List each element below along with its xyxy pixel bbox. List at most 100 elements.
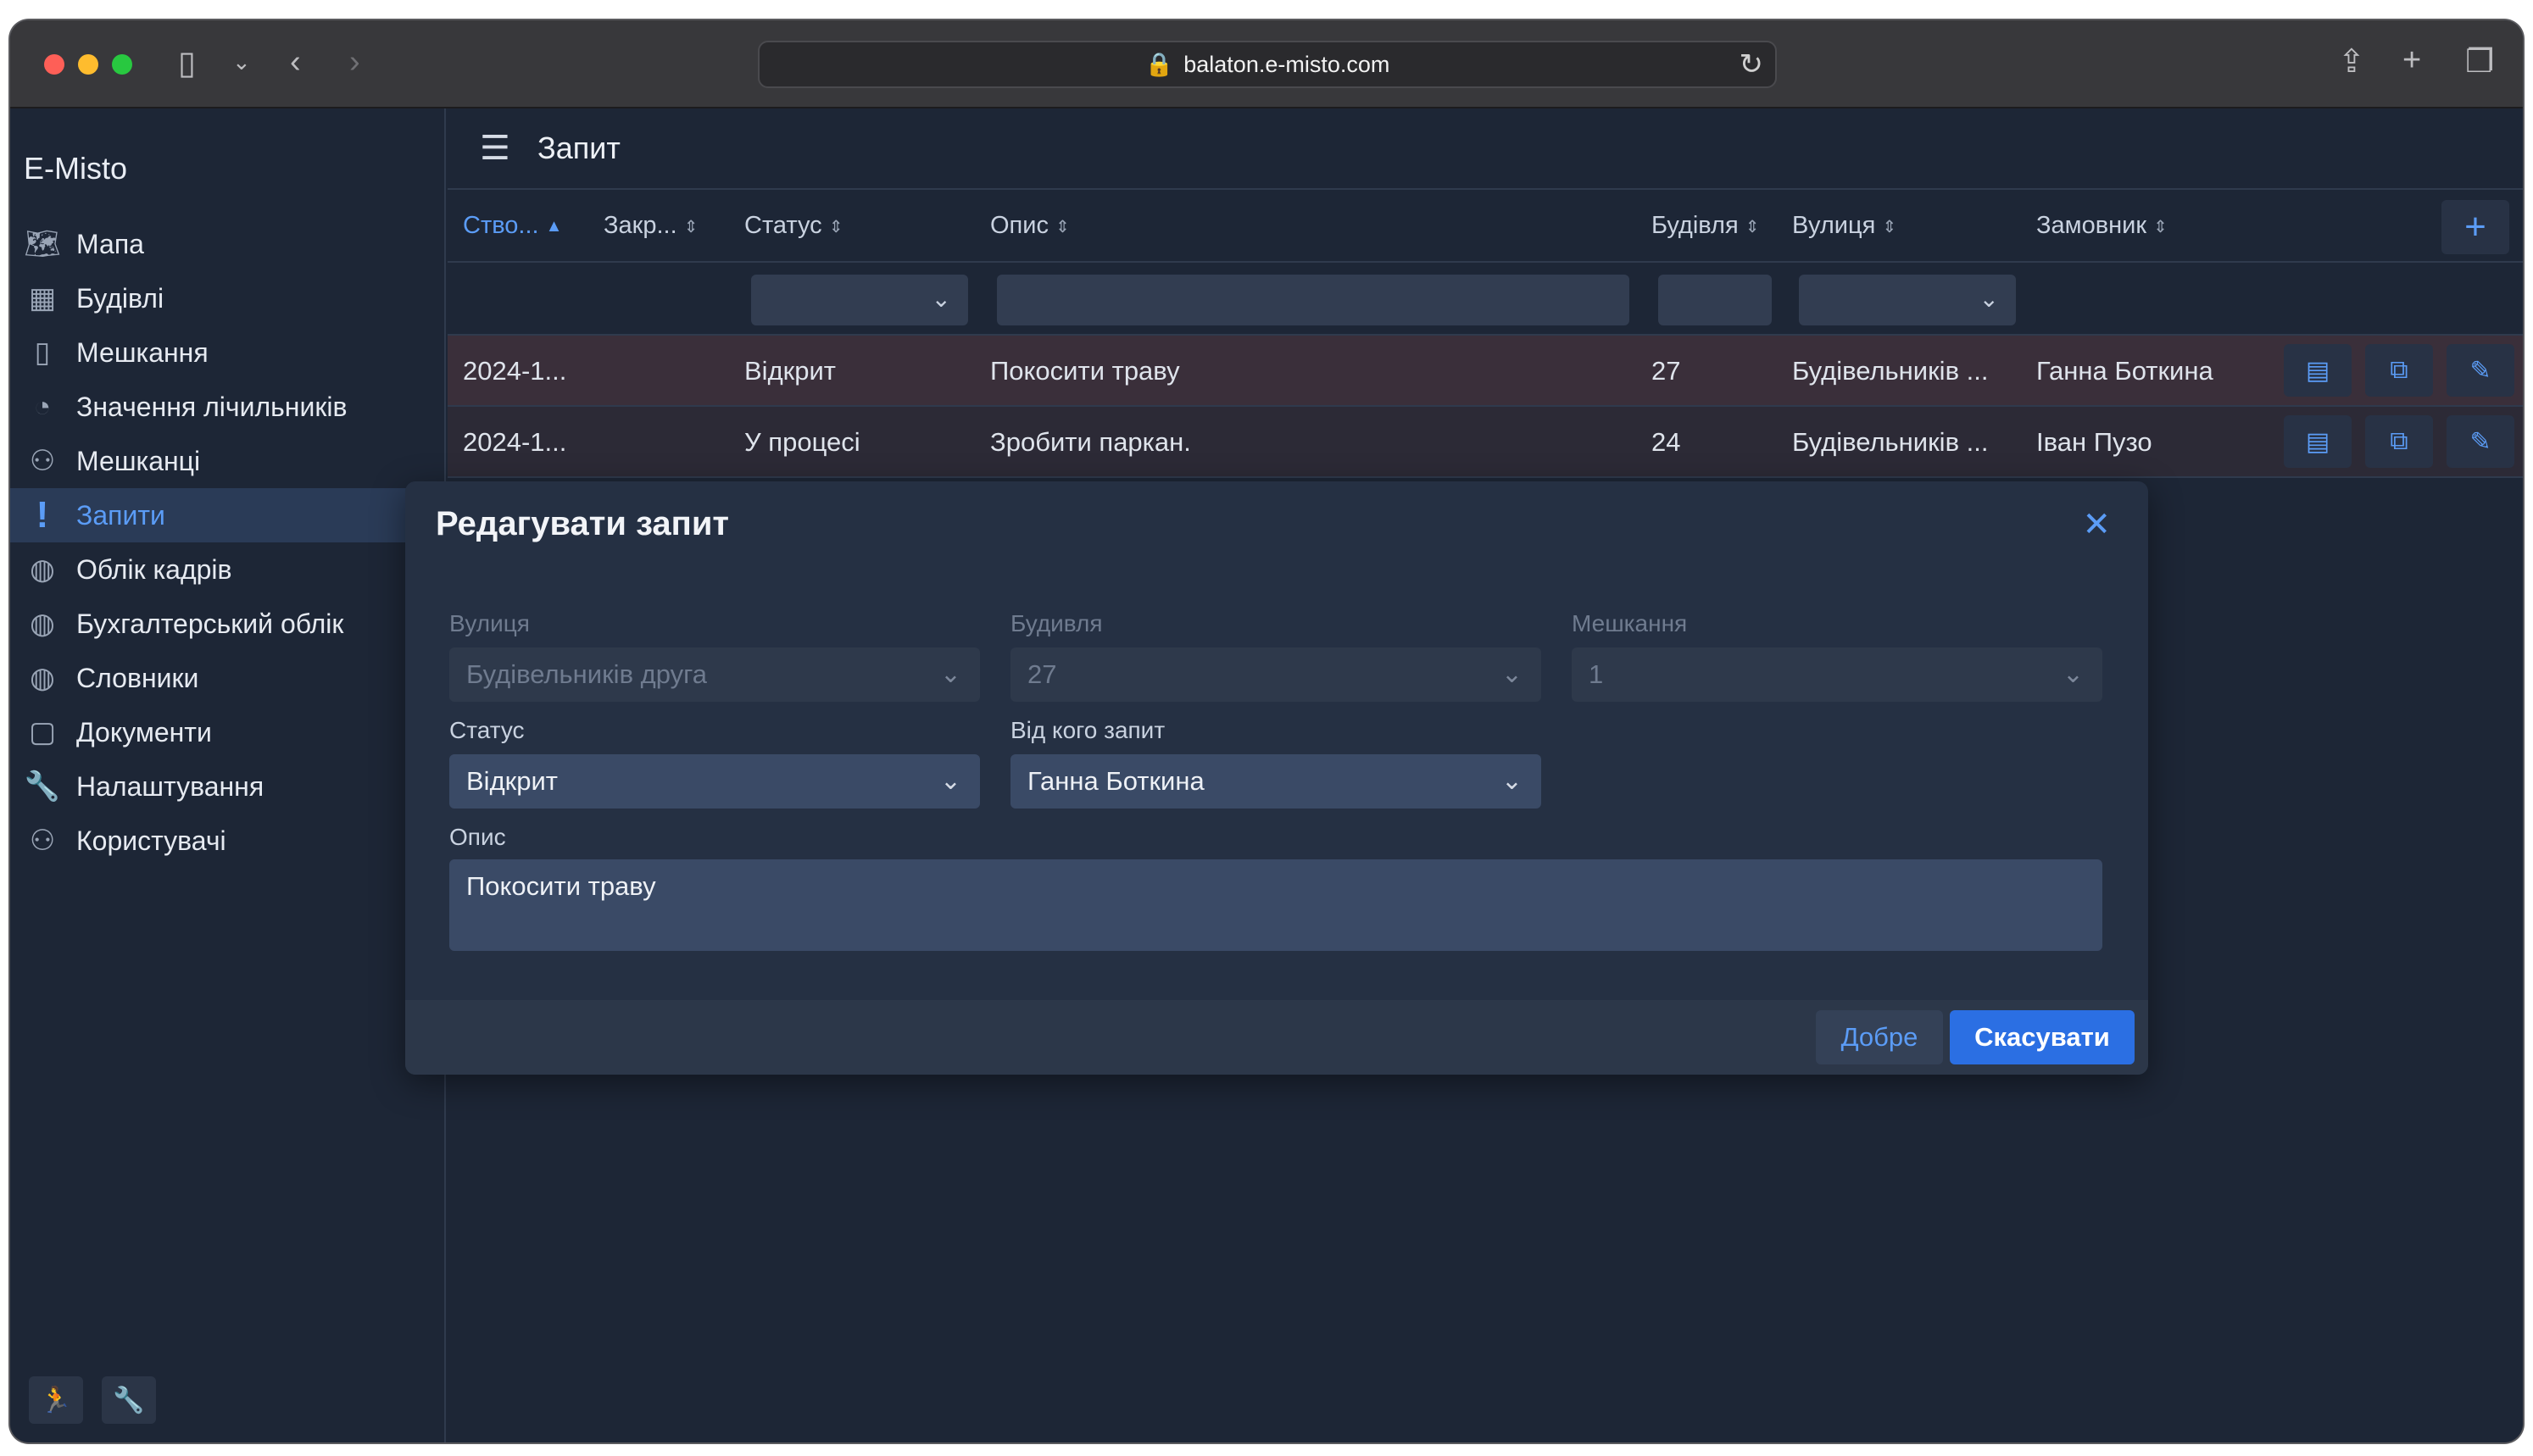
gauge-icon: ◔ [33, 390, 52, 423]
tabs-overview-icon[interactable]: ❐ [2465, 46, 2494, 78]
url-text: balaton.e-misto.com [1183, 51, 1390, 77]
cell-street: Будівельників ... [1792, 356, 1989, 386]
menu-icon[interactable]: ☰ [480, 129, 510, 168]
description-filter[interactable] [997, 275, 1629, 325]
column-street[interactable]: Вулиця ⇕ [1792, 212, 1896, 240]
sidebar-item-users[interactable]: ⚇ Користувачі [10, 814, 444, 868]
sidebar-item-requests[interactable]: ! Запити [10, 488, 444, 542]
cancel-button[interactable]: Скасувати [1950, 1010, 2135, 1064]
sort-icon: ⇕ [1055, 217, 1070, 236]
sort-icon: ⇕ [1745, 217, 1760, 236]
sidebar-item-map[interactable]: 🗺 Мапа [10, 217, 444, 271]
tools-button[interactable]: 🔧 [102, 1376, 156, 1424]
street-filter[interactable]: ⌄ [1799, 275, 2016, 325]
sidebar-item-dictionaries[interactable]: ◍ Словники [10, 651, 444, 705]
sidebar-item-meter-readings[interactable]: ◔ Значення лічильників [10, 380, 444, 434]
sidebar-item-apartments[interactable]: ▯ Мешкання [10, 325, 444, 380]
minimize-window-button[interactable] [78, 54, 98, 75]
sidebar-item-documents[interactable]: ▢ Документи [10, 705, 444, 759]
column-closed[interactable]: Закр... ⇕ [604, 212, 698, 240]
sidebar-item-label: Бухгалтерський облік [76, 608, 344, 639]
filter-row: ⌄ ⌄ [448, 263, 2523, 336]
doc-icon: ▤ [2305, 356, 2330, 385]
browser-window: ▯ ⌄ ‹ › 🔒 balaton.e-misto.com ↻ ⇪ + ❐ E-… [10, 20, 2523, 1442]
sidebar-toggle-icon[interactable]: ▯ [178, 47, 196, 80]
apartment-select[interactable]: 1 ⌄ [1572, 647, 2102, 702]
requester-label: Від кого запит [1010, 717, 1166, 743]
zoom-window-button[interactable] [112, 54, 132, 75]
sidebar-item-label: Словники [76, 662, 199, 693]
sort-icon: ⇕ [1882, 217, 1897, 236]
column-status[interactable]: Статус ⇕ [744, 212, 843, 240]
chevron-down-icon: ⌄ [939, 660, 961, 688]
description-textarea[interactable]: Покосити траву [449, 859, 2102, 951]
running-person-icon: 🏃 [40, 1386, 72, 1414]
status-select[interactable]: Відкрит ⌄ [449, 754, 980, 809]
chevron-down-icon: ⌄ [1500, 660, 1523, 688]
building-filter[interactable] [1658, 275, 1772, 325]
street-label: Вулиця [449, 610, 530, 636]
column-description[interactable]: Опис ⇕ [990, 212, 1070, 240]
close-icon[interactable]: ✕ [2082, 505, 2111, 544]
cell-building: 27 [1651, 356, 1681, 386]
sort-icon: ⇕ [828, 217, 843, 236]
sidebar-item-hr[interactable]: ◍ Облік кадрів [10, 542, 444, 597]
copy-action-button[interactable]: ⧉ [2365, 415, 2433, 468]
sidebar-item-label: Облік кадрів [76, 553, 232, 585]
close-window-button[interactable] [44, 54, 64, 75]
sidebar-item-residents[interactable]: ⚇ Мешканці [10, 434, 444, 488]
sidebar-item-label: Користувачі [76, 825, 226, 856]
chevron-down-icon[interactable]: ⌄ [232, 51, 251, 73]
reload-icon[interactable]: ↻ [1740, 47, 1764, 81]
sort-asc-icon: ▲ [545, 216, 563, 236]
chevron-down-icon: ⌄ [1979, 286, 1999, 312]
column-building[interactable]: Будівля ⇕ [1651, 212, 1759, 240]
ok-button[interactable]: Добре [1816, 1010, 1943, 1064]
status-filter[interactable]: ⌄ [751, 275, 968, 325]
edit-action-button[interactable]: ✎ [2447, 344, 2514, 397]
cell-customer: Ганна Боткина [2036, 356, 2213, 386]
sidebar-item-label: Документи [76, 716, 212, 747]
copy-action-button[interactable]: ⧉ [2365, 344, 2433, 397]
requester-select[interactable]: Ганна Боткина ⌄ [1010, 754, 1541, 809]
top-bar: ☰ Запит [448, 108, 2523, 190]
column-customer[interactable]: Замовник ⇕ [2036, 212, 2168, 240]
chevron-down-icon: ⌄ [931, 286, 951, 312]
cell-created: 2024-1... [463, 427, 567, 457]
table-row[interactable]: 2024-1... Відкрит Покосити траву 27 Буді… [448, 336, 2523, 407]
building-icon: ▦ [28, 282, 57, 314]
globe-icon: ◍ [30, 553, 55, 586]
column-created[interactable]: Ство... ▲ [463, 212, 562, 240]
globe-icon: ◍ [30, 608, 55, 640]
sidebar: E-Misto 🗺 Мапа ▦ Будівлі ▯ Мешкання ◔ Зн… [10, 108, 446, 1442]
sidebar-item-buildings[interactable]: ▦ Будівлі [10, 271, 444, 325]
table-row[interactable]: 2024-1... У процесі Зробити паркан. 24 Б… [448, 407, 2523, 478]
street-select[interactable]: Будівельників друга ⌄ [449, 647, 980, 702]
address-bar[interactable]: 🔒 balaton.e-misto.com ↻ [758, 41, 1777, 88]
edit-action-button[interactable]: ✎ [2447, 415, 2514, 468]
sidebar-nav: 🗺 Мапа ▦ Будівлі ▯ Мешкання ◔ Значення л… [10, 217, 444, 868]
sort-icon: ⇕ [2153, 217, 2168, 236]
lock-icon: 🔒 [1144, 52, 1174, 77]
sidebar-item-label: Запити [76, 499, 165, 531]
cell-building: 24 [1651, 427, 1681, 457]
add-request-button[interactable]: + [2441, 200, 2509, 254]
sidebar-item-label: Мешкання [76, 336, 209, 368]
copy-icon: ⧉ [2390, 427, 2408, 455]
back-icon[interactable]: ‹ [290, 46, 301, 78]
share-icon[interactable]: ⇪ [2338, 46, 2365, 78]
wrench-icon: 🔧 [24, 770, 61, 803]
sidebar-item-accounting[interactable]: ◍ Бухгалтерський облік [10, 597, 444, 651]
sidebar-footer: 🏃 🔧 [29, 1376, 156, 1424]
browser-toolbar: ▯ ⌄ ‹ › 🔒 balaton.e-misto.com ↻ ⇪ + ❐ [10, 20, 2523, 108]
document-action-button[interactable]: ▤ [2284, 344, 2352, 397]
run-button[interactable]: 🏃 [29, 1376, 83, 1424]
document-action-button[interactable]: ▤ [2284, 415, 2352, 468]
status-label: Статус [449, 717, 525, 743]
forward-icon[interactable]: › [349, 46, 360, 78]
cell-created: 2024-1... [463, 356, 567, 386]
plus-icon: + [2464, 206, 2486, 247]
sidebar-item-settings[interactable]: 🔧 Налаштування [10, 759, 444, 814]
building-select[interactable]: 27 ⌄ [1010, 647, 1541, 702]
new-tab-icon[interactable]: + [2402, 44, 2421, 76]
